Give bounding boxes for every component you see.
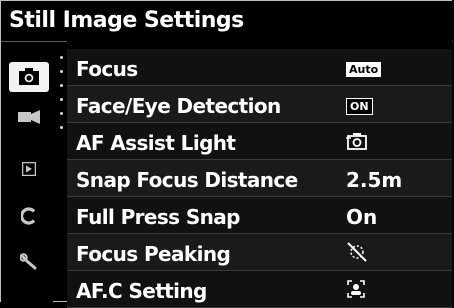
menu-item-value: Auto bbox=[346, 57, 436, 81]
face-eye-detection-value: ON bbox=[346, 97, 373, 115]
menu-item-label: Snap Focus Distance bbox=[76, 168, 298, 192]
af-assist-light-icon bbox=[346, 132, 368, 154]
snap-focus-distance-value: 2.5m bbox=[346, 168, 403, 192]
menu-item-value bbox=[346, 242, 436, 266]
full-press-snap-value: On bbox=[346, 205, 378, 229]
focus-peaking-off-icon bbox=[346, 242, 368, 266]
sidebar-item-video[interactable] bbox=[9, 102, 49, 132]
menu-item-label: Full Press Snap bbox=[76, 205, 241, 229]
sidebar-item-custom[interactable] bbox=[9, 201, 49, 231]
menu-item-full-press-snap[interactable]: Full Press Snap On bbox=[67, 197, 452, 234]
menu-header: Still Image Settings bbox=[1, 1, 453, 42]
menu-category-sidebar bbox=[1, 42, 53, 304]
menu-item-label: Face/Eye Detection bbox=[76, 94, 281, 118]
custom-c-icon bbox=[21, 207, 37, 225]
menu-item-focus-peaking[interactable]: Focus Peaking bbox=[67, 234, 452, 271]
page-dot bbox=[60, 70, 63, 73]
menu-item-af-assist-light[interactable]: AF Assist Light bbox=[67, 123, 452, 160]
menu-item-value bbox=[346, 279, 436, 303]
menu-item-focus[interactable]: Focus Auto bbox=[67, 49, 452, 86]
focus-auto-value: Auto bbox=[346, 61, 382, 77]
sidebar-item-setup[interactable] bbox=[9, 247, 49, 277]
page-dot bbox=[60, 98, 63, 101]
page-dot bbox=[60, 56, 63, 59]
menu-item-face-eye-detection[interactable]: Face/Eye Detection ON bbox=[67, 86, 452, 123]
menu-item-af-c-setting[interactable]: AF.C Setting bbox=[67, 271, 452, 308]
camera-icon bbox=[18, 68, 40, 86]
menu-item-value: On bbox=[346, 205, 436, 229]
settings-menu-list: Focus Auto Face/Eye Detection ON AF Assi… bbox=[67, 41, 452, 308]
page-dot bbox=[60, 112, 63, 115]
playback-icon bbox=[22, 162, 36, 176]
sidebar-item-playback[interactable] bbox=[9, 154, 49, 184]
menu-item-label: AF.C Setting bbox=[76, 279, 207, 303]
menu-item-value: 2.5m bbox=[346, 168, 436, 192]
menu-item-value bbox=[346, 131, 436, 155]
af-c-person-icon bbox=[346, 279, 366, 303]
page-dot bbox=[60, 84, 63, 87]
menu-item-label: AF Assist Light bbox=[76, 131, 236, 155]
wrench-icon bbox=[20, 253, 38, 271]
page-title: Still Image Settings bbox=[9, 8, 244, 33]
menu-item-snap-focus-distance[interactable]: Snap Focus Distance 2.5m bbox=[67, 160, 452, 197]
page-dot bbox=[60, 126, 63, 129]
menu-item-label: Focus bbox=[76, 57, 138, 81]
menu-item-value: ON bbox=[346, 94, 436, 118]
sidebar-item-still-image[interactable] bbox=[9, 62, 49, 92]
menu-item-label: Focus Peaking bbox=[76, 242, 231, 266]
menu-page-indicator bbox=[60, 56, 64, 142]
video-camera-icon bbox=[18, 110, 40, 124]
